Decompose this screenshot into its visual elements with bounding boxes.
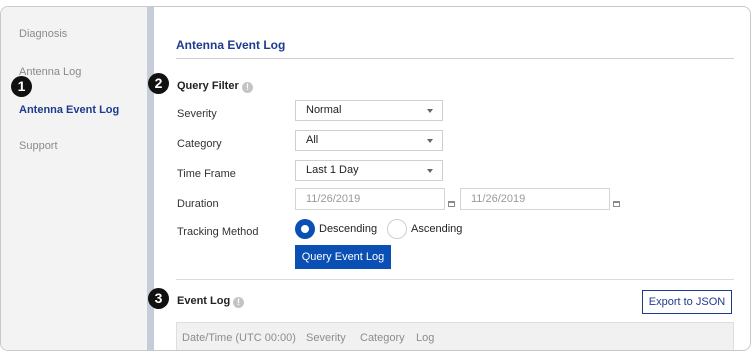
severity-label: Severity: [177, 108, 217, 120]
severity-select[interactable]: Normal: [295, 100, 443, 121]
radio-descending-label[interactable]: Descending: [319, 223, 377, 235]
export-to-json-button[interactable]: Export to JSON: [642, 290, 732, 314]
sidebar: Diagnosis Antenna Log Antenna Event Log …: [1, 7, 147, 350]
duration-start-input[interactable]: 11/26/2019: [295, 188, 445, 210]
chevron-down-icon: [427, 139, 433, 143]
callout-badge-3: 3: [148, 288, 169, 309]
column-header-datetime[interactable]: Date/Time (UTC 00:00): [182, 332, 296, 344]
category-value: All: [306, 134, 319, 146]
callout-badge-1: 1: [11, 76, 32, 97]
time-frame-value: Last 1 Day: [306, 164, 359, 176]
callout-badge-2: 2: [148, 73, 169, 94]
event-log-table-header: Date/Time (UTC 00:00) Severity Category …: [176, 322, 734, 350]
severity-value: Normal: [306, 104, 342, 116]
query-event-log-button[interactable]: Query Event Log: [295, 245, 391, 269]
column-header-severity[interactable]: Severity: [306, 332, 346, 344]
main-content: Antenna Event Log Query Filter ! Severit…: [154, 7, 750, 350]
title-divider: [176, 58, 734, 59]
duration-label: Duration: [177, 198, 219, 210]
time-frame-label: Time Frame: [177, 168, 236, 180]
sidebar-item-support[interactable]: Support: [19, 140, 58, 152]
sidebar-item-antenna-event-log[interactable]: Antenna Event Log: [19, 104, 119, 116]
radio-ascending[interactable]: [387, 219, 407, 239]
calendar-icon[interactable]: [613, 201, 620, 207]
duration-end-input[interactable]: 11/26/2019: [460, 188, 610, 210]
sidebar-item-antenna-log[interactable]: Antenna Log: [19, 66, 81, 78]
calendar-icon[interactable]: [448, 201, 455, 207]
time-frame-select[interactable]: Last 1 Day: [295, 160, 443, 181]
category-select[interactable]: All: [295, 130, 443, 151]
app-window: Diagnosis Antenna Log Antenna Event Log …: [0, 6, 751, 351]
category-label: Category: [177, 138, 222, 150]
radio-ascending-label[interactable]: Ascending: [411, 223, 462, 235]
section-divider: [176, 279, 734, 280]
radio-descending[interactable]: [295, 219, 315, 239]
event-log-title: Event Log: [177, 295, 231, 307]
chevron-down-icon: [427, 109, 433, 113]
chevron-down-icon: [427, 169, 433, 173]
page-title: Antenna Event Log: [176, 38, 286, 52]
info-icon[interactable]: !: [233, 297, 244, 308]
column-header-category[interactable]: Category: [360, 332, 405, 344]
query-filter-title: Query Filter: [177, 80, 239, 92]
sidebar-item-diagnosis[interactable]: Diagnosis: [19, 28, 67, 40]
tracking-method-label: Tracking Method: [177, 226, 259, 238]
info-icon[interactable]: !: [242, 82, 253, 93]
column-header-log[interactable]: Log: [416, 332, 434, 344]
